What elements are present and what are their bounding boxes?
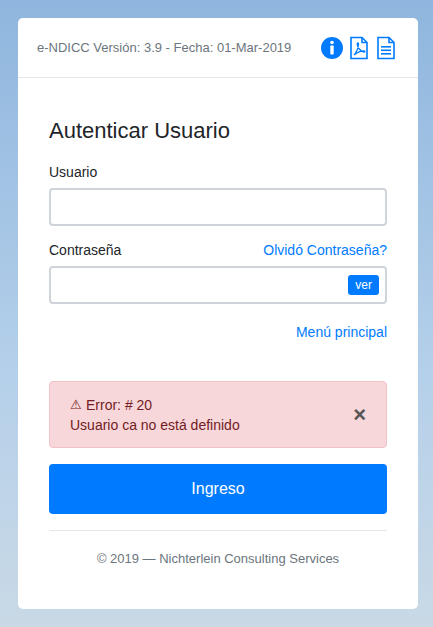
document-icon[interactable] [374,36,398,60]
error-message: Usuario ca no está definido [70,417,240,433]
info-icon[interactable] [320,36,344,60]
pdf-icon[interactable] [347,36,371,60]
version-text: e-NDICC Versión: 3.9 - Fecha: 01-Mar-201… [37,40,291,55]
warning-icon: ⚠ [70,397,82,412]
forgot-password-link[interactable]: Olvidó Contraseña? [263,242,387,258]
error-code: ⚠Error: # 20 [70,397,240,413]
input-field[interactable] [59,267,348,303]
login-button[interactable]: Ingreso [49,464,387,514]
main-menu-link[interactable]: Menú principal [296,324,387,340]
field-label: Contraseña [49,242,121,258]
text-input[interactable] [49,188,387,226]
field-label: Usuario [49,164,97,180]
form-title: Autenticar Usuario [49,118,387,144]
login-page: e-NDICC Versión: 3.9 - Fecha: 01-Mar-201… [0,0,433,627]
form-group: Contraseña Olvidó Contraseña? ver [49,242,387,304]
form-group: Usuario [49,164,387,226]
close-icon[interactable]: × [353,402,366,428]
login-card: e-NDICC Versión: 3.9 - Fecha: 01-Mar-201… [18,18,418,609]
footer: © 2019 — Nichterlein Consulting Services [49,530,387,566]
input-field[interactable] [59,189,379,225]
error-alert: ⚠Error: # 20 Usuario ca no está definido × [49,381,387,448]
show-password-button[interactable]: ver [348,275,379,295]
text-input[interactable]: ver [49,266,387,304]
card-header: e-NDICC Versión: 3.9 - Fecha: 01-Mar-201… [18,18,418,78]
